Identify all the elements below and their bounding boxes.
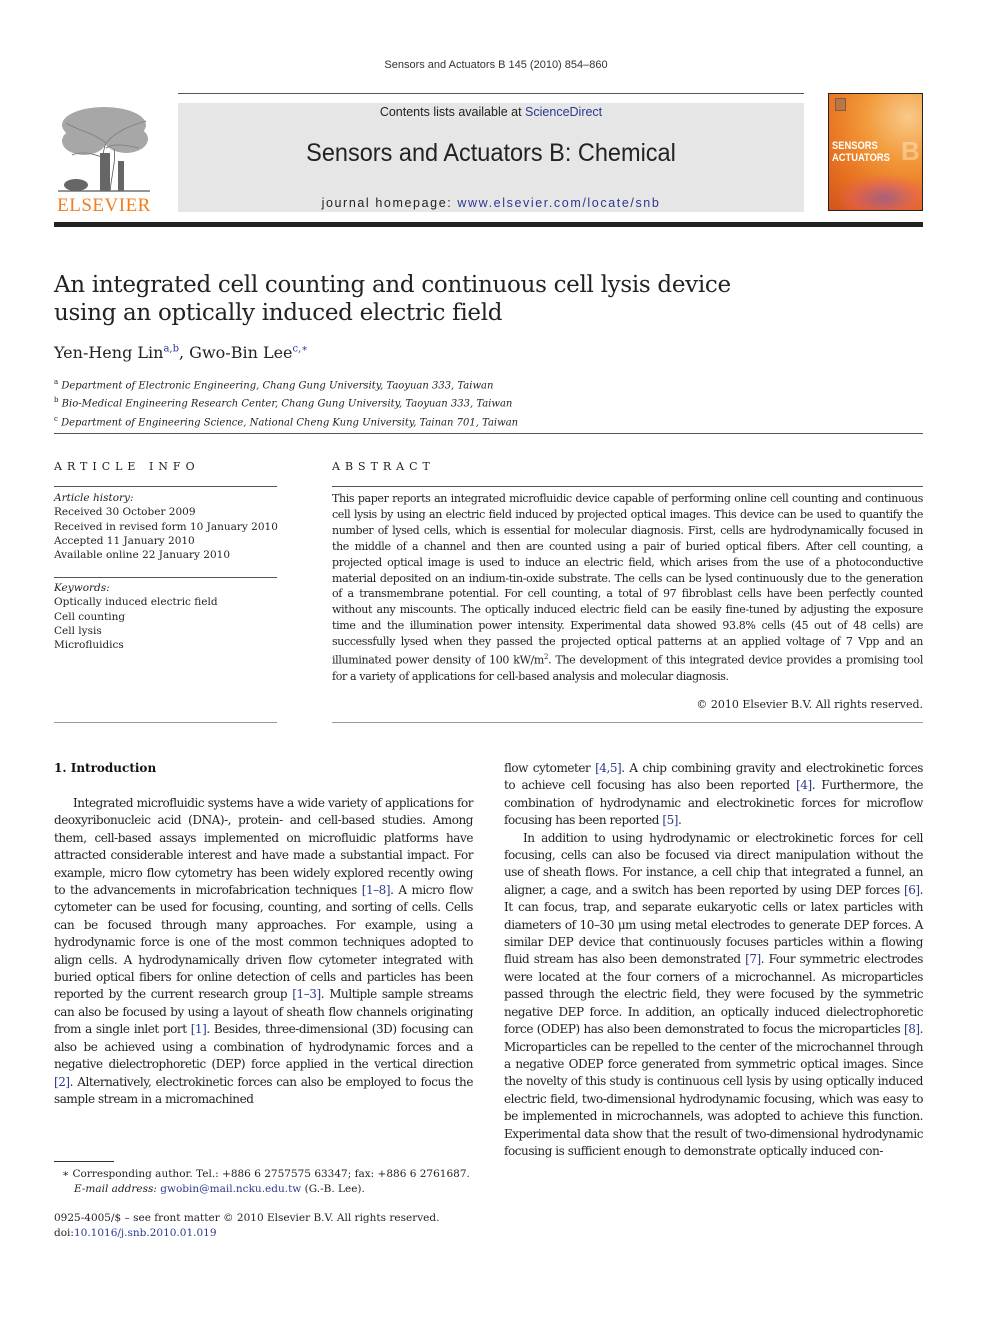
text-run: In addition to using hydrodynamic or ele… (504, 830, 923, 897)
keyword-item[interactable]: Cell counting (54, 610, 218, 624)
article-info-heading: ARTICLE INFO (54, 460, 200, 473)
history-item: Accepted 11 January 2010 (54, 534, 195, 547)
citation-link[interactable]: [1–3] (292, 987, 321, 1001)
citation-link[interactable]: [1–8] (362, 883, 391, 897)
cover-title: SENSORS ACTUATORS (832, 140, 890, 164)
text-run: . Microparticles can be repelled to the … (504, 1022, 923, 1158)
section-heading-introduction: 1. Introduction (54, 761, 157, 775)
affiliation-item: b Bio-Medical Engineering Research Cente… (54, 396, 513, 410)
citation-link[interactable]: [2] (54, 1075, 70, 1089)
author-name[interactable]: Gwo-Bin Lee (189, 343, 292, 362)
abstract-text: This paper reports an integrated microfl… (332, 492, 923, 683)
citation-link[interactable]: [4] (796, 778, 812, 792)
footnote-rule (54, 1161, 114, 1162)
contents-available: Contents lists available at ScienceDirec… (379, 105, 603, 119)
keyword-item[interactable]: Microfluidics (54, 638, 218, 652)
journal-banner: Contents lists available at ScienceDirec… (178, 103, 804, 212)
journal-homepage: journal homepage: www.elsevier.com/locat… (321, 196, 661, 210)
text-run: . Alternatively, electrokinetic forces c… (54, 1074, 473, 1106)
masthead-rule (54, 222, 923, 227)
text-run: . (678, 813, 682, 828)
cover-logo-icon (835, 98, 846, 111)
running-head: Sensors and Actuators B 145 (2010) 854–8… (384, 59, 608, 71)
abstract-copyright: © 2010 Elsevier B.V. All rights reserved… (696, 698, 923, 711)
journal-homepage-link[interactable]: www.elsevier.com/locate/snb (457, 196, 660, 210)
author-affiliation-marks[interactable]: a,b (163, 344, 179, 355)
article-info-end-rule (54, 722, 277, 723)
paragraph: Integrated microfluidic systems have a w… (54, 795, 473, 1108)
doi-link[interactable]: 10.1016/j.snb.2010.01.019 (74, 1227, 217, 1239)
abstract-end-rule (332, 722, 923, 723)
journal-title: Sensors and Actuators B: Chemical (306, 139, 676, 167)
body-column-left: Integrated microfluidic systems have a w… (54, 795, 473, 1108)
affiliation-item: a Department of Electronic Engineering, … (54, 378, 494, 392)
paragraph: flow cytometer [4,5]. A chip combining g… (504, 760, 923, 830)
history-item: Available online 22 January 2010 (54, 549, 231, 562)
affiliation-item: c Department of Engineering Science, Nat… (54, 414, 519, 428)
citation-link[interactable]: [4,5] (595, 761, 622, 775)
citation-link[interactable]: [7] (745, 952, 761, 966)
corresponding-author-footnote: ∗ Corresponding author. Tel.: +886 6 275… (62, 1168, 470, 1195)
elsevier-logo[interactable]: ELSEVIER (54, 103, 154, 216)
history-item: Received 30 October 2009 (54, 506, 196, 519)
cover-letter: B (901, 136, 920, 166)
citation-link[interactable]: [5] (662, 813, 678, 827)
cover-artwork (839, 175, 922, 210)
text-run: Integrated microfluidic systems have a w… (54, 796, 473, 898)
keyword-item[interactable]: Cell lysis (54, 624, 218, 638)
front-matter: 0925-4005/$ – see front matter © 2010 El… (54, 1212, 440, 1239)
citation-link[interactable]: [8] (904, 1022, 920, 1036)
keyword-item[interactable]: Optically induced electric field (54, 595, 218, 609)
citation-link[interactable]: [1] (191, 1022, 207, 1036)
sciencedirect-link[interactable]: ScienceDirect (525, 105, 602, 119)
paragraph: In addition to using hydrodynamic or ele… (504, 830, 923, 1161)
tree-icon (58, 107, 150, 192)
author-email-link[interactable]: gwobin@mail.ncku.edu.tw (160, 1183, 301, 1195)
keywords: Keywords: Optically induced electric fie… (54, 582, 218, 652)
text-run: flow cytometer (504, 761, 596, 775)
history-item: Received in revised form 10 January 2010 (54, 520, 278, 533)
author-affiliation-marks[interactable]: c,∗ (293, 344, 309, 355)
abstract-heading: ABSTRACT (332, 460, 435, 473)
journal-cover-image[interactable]: SENSORS ACTUATORS B (828, 93, 923, 211)
abstract-divider (332, 486, 923, 487)
affiliations-divider (54, 433, 923, 434)
affiliations: a Department of Electronic Engineering, … (54, 375, 518, 430)
body-column-right: flow cytometer [4,5]. A chip combining g… (504, 760, 923, 1160)
author-name[interactable]: Yen-Heng Lin (54, 343, 163, 362)
header-divider (178, 93, 804, 94)
elsevier-wordmark: ELSEVIER (57, 195, 151, 216)
author-list: Yen-Heng Lina,b, Gwo-Bin Leec,∗ (54, 343, 309, 362)
article-info-divider (54, 486, 277, 487)
article-history: Article history: Received 30 October 200… (54, 492, 278, 562)
citation-link[interactable]: [6] (904, 883, 920, 897)
article-title: An integrated cell counting and continuo… (54, 272, 731, 326)
keywords-divider (54, 577, 277, 578)
text-run: . A micro flow cytometer can be used for… (54, 883, 473, 1002)
